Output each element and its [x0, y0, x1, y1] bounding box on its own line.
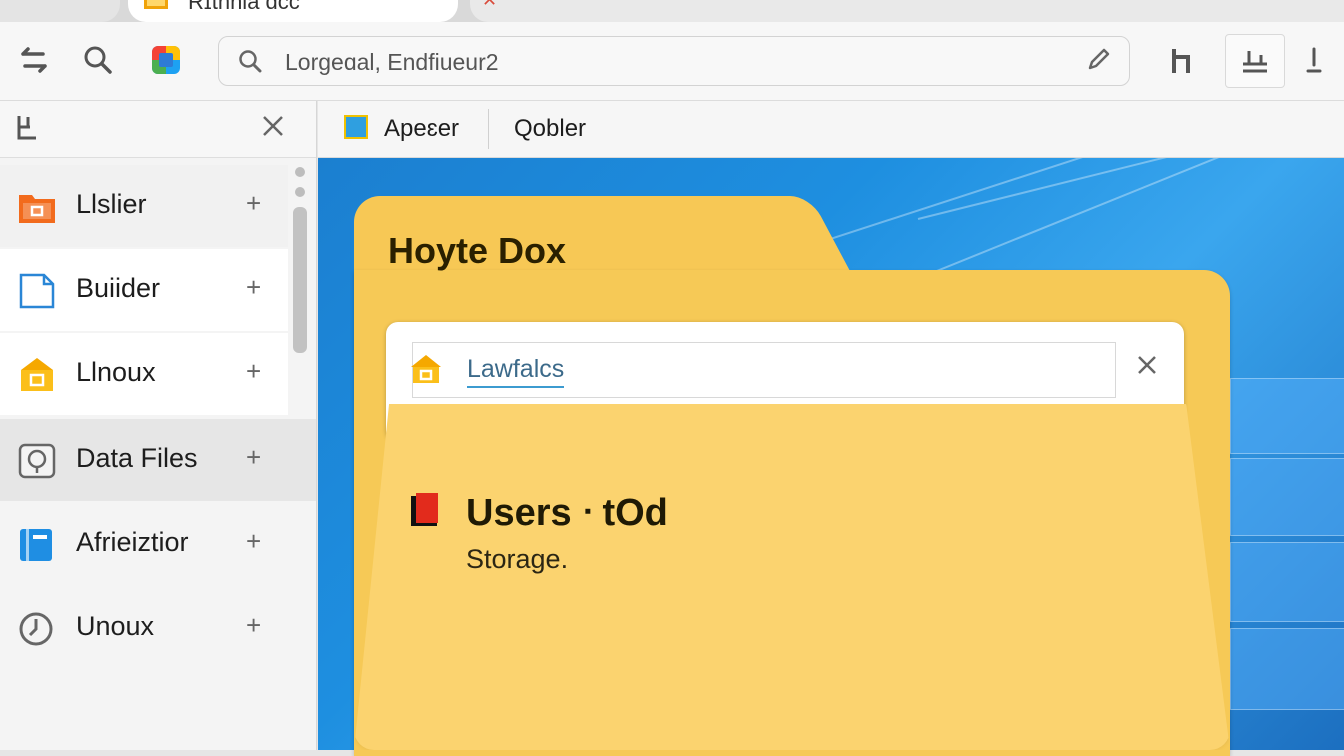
app-square-icon: [344, 115, 368, 139]
expand-plus-icon[interactable]: +: [246, 610, 261, 641]
tab-inactive-right[interactable]: ✕: [470, 0, 1344, 22]
header-tab-apeer[interactable]: Apeɛer: [384, 115, 459, 143]
sidebar-item-label: Afrieiztior: [76, 527, 189, 557]
address-bar[interactable]: Lorgeɑal, Endfiueur2: [218, 36, 1130, 86]
window-pane: [1230, 458, 1344, 536]
card-subtitle: Storage.: [466, 544, 569, 574]
expand-plus-icon[interactable]: +: [246, 526, 261, 557]
document-icon: [18, 273, 56, 309]
expand-plus-icon[interactable]: +: [246, 272, 261, 303]
window-pane: [1230, 542, 1344, 622]
sidebar-item-buiider[interactable]: Buiider +: [0, 249, 288, 331]
window-pane: [1230, 378, 1344, 454]
folder-title: Hoyte Dox: [388, 230, 567, 271]
folder-icon: [144, 0, 168, 9]
folder-search-field[interactable]: Lawfalcs: [409, 342, 1116, 398]
expand-plus-icon[interactable]: +: [246, 356, 261, 387]
scroll-dot: [295, 187, 305, 197]
close-icon[interactable]: [1134, 352, 1160, 385]
download-icon[interactable]: [1294, 40, 1334, 80]
folder-front[interactable]: Users ᐧ tOd Storage.: [354, 404, 1230, 750]
tab-active-label: Rɪthnia dcc: [188, 0, 300, 14]
sidebar-item-afrieiztior[interactable]: Afrieiztior +: [0, 503, 288, 585]
layout-icon[interactable]: [1162, 40, 1202, 80]
disk-icon: [18, 443, 56, 479]
expand-plus-icon[interactable]: +: [246, 188, 261, 219]
sidebar-item-llnoux[interactable]: Llnoux +: [0, 333, 288, 415]
sidebar-scrollbar[interactable]: [292, 161, 308, 421]
sidebar: Llslier + Buiider + Llnoux + Data Files …: [0, 101, 317, 750]
folder-front-shape: [354, 404, 1230, 750]
sidebar-item-label: Llslier: [76, 189, 147, 219]
home-icon: [409, 353, 443, 385]
sidebar-header: [0, 101, 316, 158]
search-icon[interactable]: [78, 40, 118, 80]
sidebar-item-llslier[interactable]: Llslier +: [0, 165, 288, 247]
sidebar-item-unoux[interactable]: Unoux +: [0, 587, 288, 669]
settings-button[interactable]: [1225, 34, 1285, 88]
yellow-folder-icon: [18, 357, 56, 393]
sidebar-item-label: Data Files: [76, 443, 198, 473]
header-tab-qobler[interactable]: Qobler: [514, 115, 586, 143]
tab-strip: Rɪthnia dcc ✕: [0, 0, 1344, 22]
toolbar: Lorgeɑal, Endfiueur2: [0, 22, 1344, 101]
header-separator: [488, 109, 489, 149]
tab-inactive-left[interactable]: [0, 0, 120, 22]
sidebar-item-label: Unoux: [76, 611, 155, 641]
red-storage-icon: [410, 492, 444, 530]
sidebar-item-label: Llnoux: [76, 357, 156, 387]
expand-plus-icon[interactable]: +: [246, 442, 261, 473]
sidebar-item-data-files[interactable]: Data Files +: [0, 419, 316, 501]
sidebar-close-icon[interactable]: [260, 113, 286, 146]
sidebar-panel-icon[interactable]: [14, 113, 40, 148]
card-title: Users ᐧ tOd: [466, 492, 668, 534]
tab-active[interactable]: Rɪthnia dcc: [128, 0, 458, 22]
edit-pen-icon[interactable]: [1085, 45, 1113, 80]
clock-icon: [18, 611, 56, 647]
tab-close-icon[interactable]: ✕: [482, 0, 497, 11]
content-header: Apeɛer Qobler: [318, 101, 1344, 158]
address-search-icon: [237, 48, 263, 79]
app-logo-icon[interactable]: [146, 40, 186, 80]
back-forward-icon[interactable]: [14, 40, 54, 80]
scroll-thumb[interactable]: [293, 207, 307, 353]
address-text: Lorgeɑal, Endfiueur2: [285, 49, 499, 75]
scroll-dot: [295, 167, 305, 177]
window-pane: [1230, 628, 1344, 710]
blue-book-icon: [18, 527, 56, 563]
folder-search-text: Lawfalcs: [467, 355, 565, 388]
sidebar-item-label: Buiider: [76, 273, 161, 303]
orange-folder-icon: [18, 189, 56, 225]
